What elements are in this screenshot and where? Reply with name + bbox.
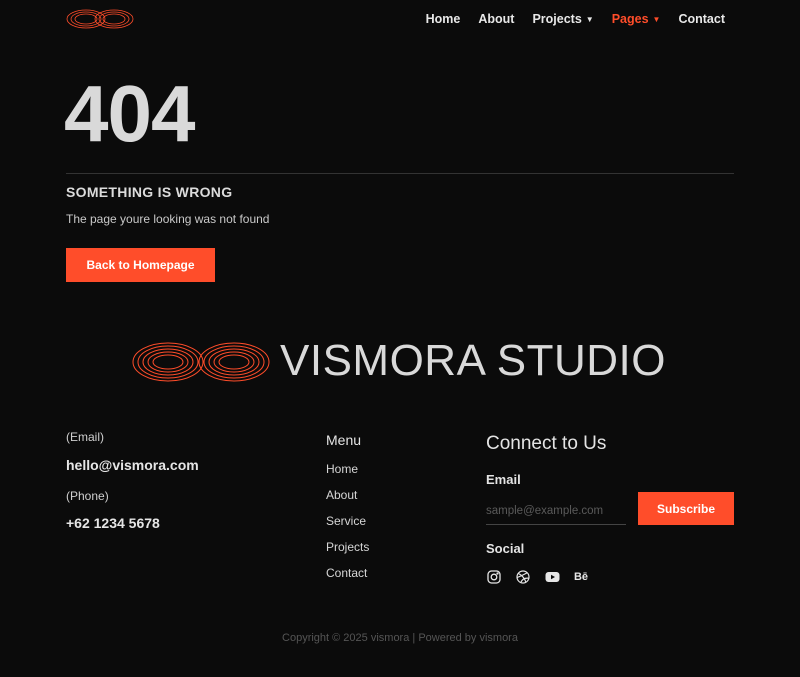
- footer-menu-projects[interactable]: Projects: [326, 540, 369, 554]
- back-to-homepage-button[interactable]: Back to Homepage: [66, 248, 215, 282]
- nav-contact-label: Contact: [678, 12, 725, 26]
- nav-pages-label: Pages: [611, 12, 649, 26]
- youtube-icon[interactable]: [544, 569, 560, 585]
- error-title: SOMETHING IS WRONG: [66, 184, 233, 200]
- phone-label: (Phone): [66, 489, 109, 503]
- social-links: Bē: [486, 569, 589, 585]
- divider: [66, 173, 734, 174]
- brand-name: VISMORA STUDIO: [280, 336, 666, 385]
- logo-icon[interactable]: [66, 8, 134, 30]
- behance-icon[interactable]: Bē: [573, 569, 589, 585]
- dribbble-icon[interactable]: [515, 569, 531, 585]
- chevron-down-icon: ▼: [585, 14, 594, 24]
- footer-menu-contact[interactable]: Contact: [326, 566, 367, 580]
- brand-logo-icon: [132, 342, 270, 382]
- error-code: 404: [64, 69, 195, 158]
- nav-about[interactable]: About: [478, 12, 514, 26]
- chevron-down-icon: ▼: [652, 14, 661, 24]
- nav-projects[interactable]: Projects ▼: [532, 12, 593, 26]
- footer-menu-home[interactable]: Home: [326, 462, 358, 476]
- main-nav: Home About Projects ▼ Pages ▼ Contact: [408, 12, 725, 26]
- nav-about-label: About: [478, 12, 515, 26]
- email-link[interactable]: hello@vismora.com: [66, 457, 199, 473]
- newsletter-email-input[interactable]: [486, 498, 626, 525]
- subscribe-button[interactable]: Subscribe: [638, 492, 734, 525]
- nav-projects-label: Projects: [532, 12, 582, 26]
- footer-menu-about[interactable]: About: [326, 488, 357, 502]
- nav-home-label: Home: [425, 12, 461, 26]
- instagram-icon[interactable]: [486, 569, 502, 585]
- footer-menu: Home About Service Projects Contact: [326, 462, 369, 592]
- social-label: Social: [486, 541, 525, 556]
- footer-menu-service[interactable]: Service: [326, 514, 366, 528]
- email-label: (Email): [66, 430, 104, 444]
- copyright: Copyright © 2025 vismora | Powered by vi…: [282, 632, 518, 644]
- newsletter-email-label: Email: [486, 472, 521, 487]
- nav-home[interactable]: Home: [426, 12, 461, 26]
- phone-link[interactable]: +62 1234 5678: [66, 515, 160, 531]
- connect-title: Connect to Us: [486, 433, 607, 454]
- footer-menu-title: Menu: [326, 432, 362, 448]
- error-message: The page youre looking was not found: [66, 212, 270, 226]
- nav-pages[interactable]: Pages ▼: [612, 12, 661, 26]
- nav-contact[interactable]: Contact: [678, 12, 725, 26]
